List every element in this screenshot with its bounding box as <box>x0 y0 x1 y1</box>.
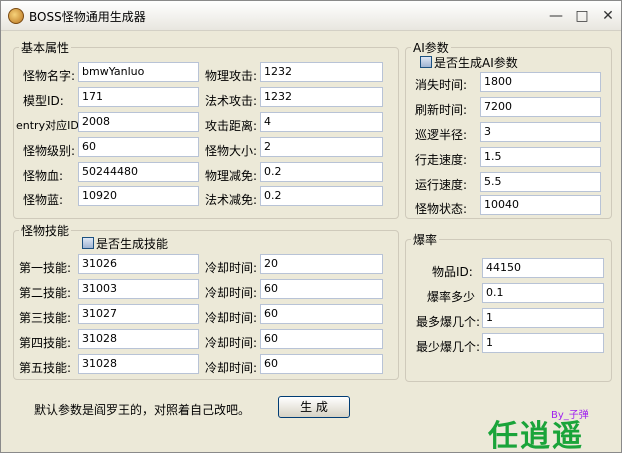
hp-input[interactable]: 50244480 <box>78 162 199 182</box>
generate-button[interactable]: 生 成 <box>278 396 350 418</box>
skill5-label: 第五技能: <box>19 361 72 375</box>
rate-input[interactable]: 0.1 <box>482 283 604 303</box>
mdef-input[interactable]: 0.2 <box>260 186 383 206</box>
mp-label: 怪物蓝: <box>23 193 64 207</box>
skill5-input[interactable]: 31028 <box>78 354 199 374</box>
patrol-input[interactable]: 3 <box>480 122 601 142</box>
skill4-label: 第四技能: <box>19 336 72 350</box>
skill1-input[interactable]: 31026 <box>78 254 199 274</box>
disappear-label: 消失时间: <box>415 78 468 92</box>
skill4-input[interactable]: 31028 <box>78 329 199 349</box>
skill1-label: 第一技能: <box>19 261 72 275</box>
walk-input[interactable]: 1.5 <box>480 147 601 167</box>
name-input[interactable]: bmwYanluo <box>78 62 199 82</box>
model-input[interactable]: 171 <box>78 87 199 107</box>
size-input[interactable]: 2 <box>260 137 383 157</box>
skills-checkbox-label: 是否生成技能 <box>96 237 169 251</box>
skill4-cd-input[interactable]: 60 <box>260 329 383 349</box>
pdef-input[interactable]: 0.2 <box>260 162 383 182</box>
matk-input[interactable]: 1232 <box>260 87 383 107</box>
skills-checkbox[interactable] <box>82 237 94 249</box>
matk-label: 法术攻击: <box>205 94 258 108</box>
hint-text: 默认参数是阎罗王的，对照着自己改吧。 <box>34 403 251 417</box>
app-icon <box>8 8 24 24</box>
walk-label: 行走速度: <box>415 153 468 167</box>
minimize-icon[interactable]: — <box>547 7 565 25</box>
skill1-cd-label: 冷却时间: <box>205 261 258 275</box>
size-label: 怪物大小: <box>205 144 258 158</box>
level-input[interactable]: 60 <box>78 137 199 157</box>
name-label: 怪物名字: <box>23 69 76 83</box>
skill2-cd-label: 冷却时间: <box>205 286 258 300</box>
skill2-input[interactable]: 31003 <box>78 279 199 299</box>
skill4-cd-label: 冷却时间: <box>205 336 258 350</box>
item-label: 物品ID: <box>432 265 473 279</box>
basic-group-title: 基本属性 <box>19 39 72 56</box>
state-input[interactable]: 10040 <box>480 195 601 215</box>
level-label: 怪物级别: <box>23 144 76 158</box>
range-label: 攻击距离: <box>205 119 258 133</box>
skill3-cd-input[interactable]: 60 <box>260 304 383 324</box>
close-icon[interactable]: ✕ <box>599 7 617 25</box>
skill2-label: 第二技能: <box>19 286 72 300</box>
min-label: 最少爆几个: <box>416 340 481 354</box>
model-label: 模型ID: <box>23 94 64 108</box>
skill3-cd-label: 冷却时间: <box>205 311 258 325</box>
max-input[interactable]: 1 <box>482 308 604 328</box>
maximize-icon[interactable]: □ <box>573 7 591 25</box>
patk-input[interactable]: 1232 <box>260 62 383 82</box>
item-input[interactable]: 44150 <box>482 258 604 278</box>
state-label: 怪物状态: <box>415 202 468 216</box>
refresh-label: 刷新时间: <box>415 103 468 117</box>
skill3-label: 第三技能: <box>19 311 72 325</box>
range-input[interactable]: 4 <box>260 112 383 132</box>
skills-group-title: 怪物技能 <box>19 222 72 239</box>
ai-checkbox[interactable] <box>420 56 432 68</box>
mdef-label: 法术减免: <box>205 193 258 207</box>
run-input[interactable]: 5.5 <box>480 172 601 192</box>
skill3-input[interactable]: 31027 <box>78 304 199 324</box>
patrol-label: 巡逻半径: <box>415 128 468 142</box>
max-label: 最多爆几个: <box>416 315 481 329</box>
refresh-input[interactable]: 7200 <box>480 97 601 117</box>
entry-input[interactable]: 2008 <box>78 112 199 132</box>
window-title: BOSS怪物通用生成器 <box>29 10 146 24</box>
hp-label: 怪物血: <box>23 169 64 183</box>
min-input[interactable]: 1 <box>482 333 604 353</box>
pdef-label: 物理减免: <box>205 169 258 183</box>
disappear-input[interactable]: 1800 <box>480 72 601 92</box>
ai-checkbox-label: 是否生成AI参数 <box>434 56 518 70</box>
rate-label: 爆率多少 <box>427 290 476 304</box>
run-label: 运行速度: <box>415 178 468 192</box>
drop-group-title: 爆率 <box>411 231 440 248</box>
skill5-cd-input[interactable]: 60 <box>260 354 383 374</box>
skill2-cd-input[interactable]: 60 <box>260 279 383 299</box>
skill1-cd-input[interactable]: 20 <box>260 254 383 274</box>
logo-text: 任逍遥 <box>488 419 584 454</box>
entry-label: entry对应ID <box>16 119 79 132</box>
patk-label: 物理攻击: <box>205 69 258 83</box>
skill5-cd-label: 冷却时间: <box>205 361 258 375</box>
main-window: BOSS怪物通用生成器 — □ ✕ 基本属性 怪物名字: bmwYanluo 模… <box>0 0 622 454</box>
mp-input[interactable]: 10920 <box>78 186 199 206</box>
title-bar[interactable]: BOSS怪物通用生成器 — □ ✕ <box>1 1 621 31</box>
